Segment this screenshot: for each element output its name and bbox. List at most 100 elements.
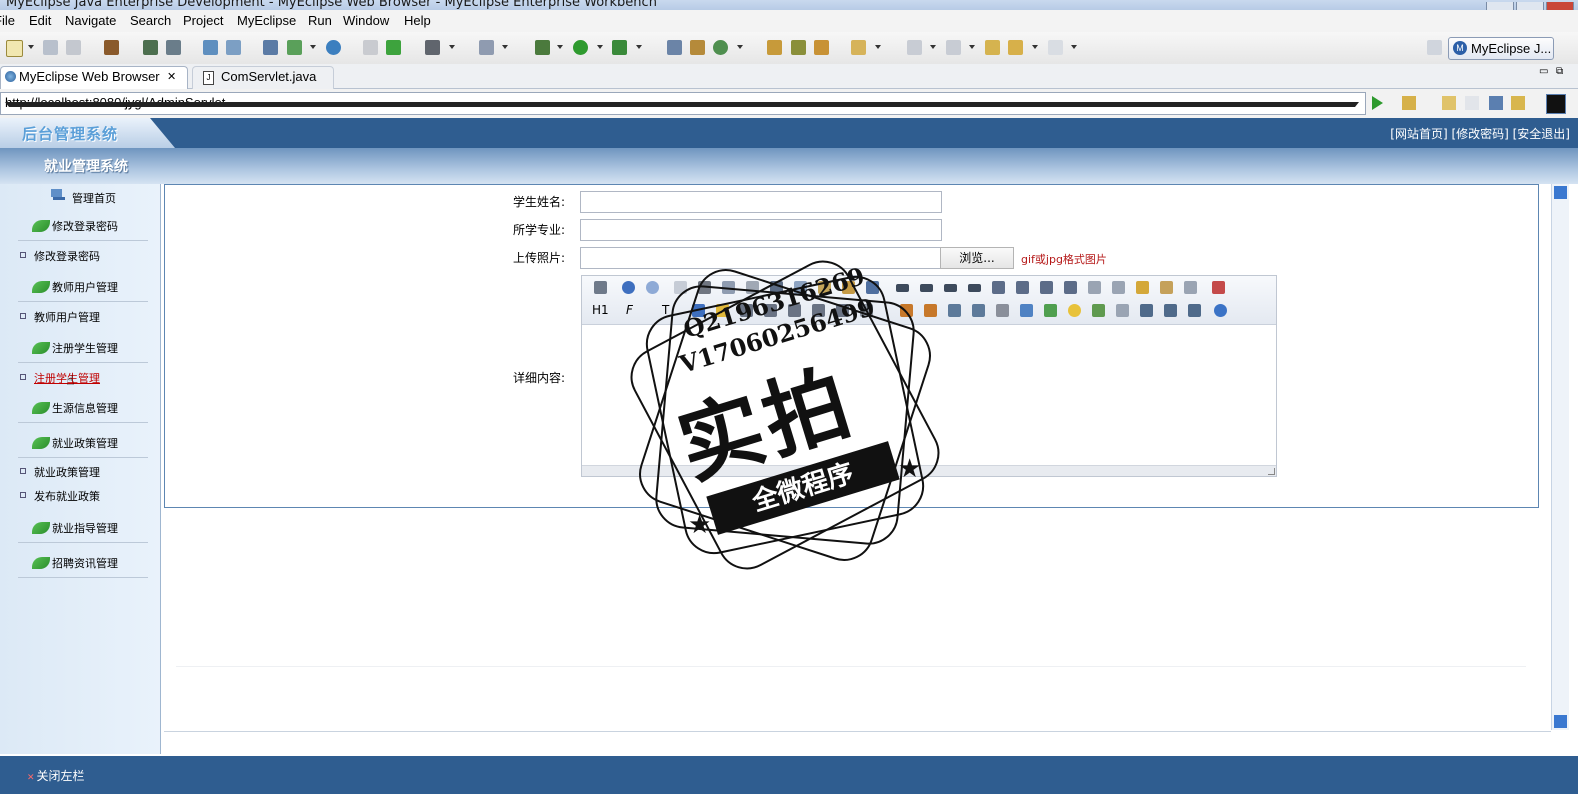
open-perspective-icon[interactable] bbox=[1427, 40, 1442, 55]
bookmark-icon[interactable] bbox=[1402, 96, 1416, 110]
browser-forward-icon[interactable] bbox=[1465, 96, 1479, 110]
menu-help[interactable]: Help bbox=[404, 13, 431, 28]
new-project-icon[interactable] bbox=[263, 40, 278, 55]
image-icon[interactable] bbox=[1092, 304, 1105, 317]
select-icon[interactable] bbox=[1184, 281, 1197, 294]
forward-icon[interactable] bbox=[1048, 40, 1063, 55]
student-name-input[interactable] bbox=[580, 191, 942, 213]
menu-project[interactable]: Project bbox=[183, 13, 223, 28]
menu-myeclipse[interactable]: MyEclipse bbox=[237, 13, 296, 28]
maximize-view-icon[interactable]: ⧉ bbox=[1556, 66, 1563, 77]
next-annotation-icon[interactable] bbox=[907, 40, 922, 55]
browser-back-icon[interactable] bbox=[1442, 96, 1456, 110]
maximize-button[interactable] bbox=[1516, 2, 1544, 10]
browser-console-icon[interactable] bbox=[1546, 94, 1566, 114]
minimize-view-icon[interactable]: ▭ bbox=[1539, 66, 1548, 77]
menu-window[interactable]: Window bbox=[343, 13, 389, 28]
sidebar-section-recruitment[interactable]: 招聘资讯管理 bbox=[32, 555, 118, 571]
perspective-switcher[interactable]: M MyEclipse J... bbox=[1448, 37, 1554, 60]
table-icon[interactable] bbox=[1020, 304, 1033, 317]
prev-annotation-icon[interactable] bbox=[946, 40, 961, 55]
help-icon[interactable] bbox=[1214, 304, 1227, 317]
media-icon[interactable] bbox=[972, 304, 985, 317]
package-icon[interactable] bbox=[104, 40, 119, 55]
bullet-list-icon[interactable] bbox=[1016, 281, 1029, 294]
redeploy-icon[interactable] bbox=[226, 40, 241, 55]
run-icon[interactable] bbox=[573, 40, 588, 55]
header-links[interactable]: [网站首页] [修改密码] [安全退出] bbox=[1390, 125, 1570, 142]
refresh-icon[interactable] bbox=[713, 40, 728, 55]
go-icon[interactable] bbox=[1372, 96, 1383, 110]
sidebar-section-teachers[interactable]: 教师用户管理 bbox=[32, 279, 118, 295]
sidebar-link-teachers[interactable]: 教师用户管理 bbox=[20, 309, 100, 325]
open-file-icon[interactable] bbox=[386, 40, 401, 55]
sidebar-section-students[interactable]: 注册学生管理 bbox=[32, 340, 118, 356]
folder-icon[interactable] bbox=[814, 40, 829, 55]
anchor-icon[interactable] bbox=[1140, 304, 1153, 317]
close-sidebar-link[interactable]: ✕ 关闭左栏 bbox=[27, 767, 85, 784]
indent-icon[interactable] bbox=[1040, 281, 1053, 294]
subscript-icon[interactable] bbox=[1088, 281, 1101, 294]
vertical-scrollbar[interactable] bbox=[1551, 184, 1569, 730]
back-icon[interactable] bbox=[1008, 40, 1023, 55]
scroll-down-icon[interactable] bbox=[1554, 715, 1567, 728]
save-icon[interactable] bbox=[43, 40, 58, 55]
open-type-icon[interactable] bbox=[363, 40, 378, 55]
terminal-icon[interactable] bbox=[425, 40, 440, 55]
sidebar-home[interactable]: 管理首页 bbox=[72, 190, 116, 206]
close-tab-icon[interactable]: ✕ bbox=[167, 67, 176, 87]
deploy-icon[interactable] bbox=[203, 40, 218, 55]
pin-icon[interactable] bbox=[791, 40, 806, 55]
url-input[interactable]: http://localhost:8080/jygl/AdminServlet bbox=[0, 92, 1366, 115]
menu-file[interactable]: File bbox=[0, 13, 15, 28]
new-interface-icon[interactable] bbox=[690, 40, 705, 55]
emoticon-icon[interactable] bbox=[1068, 304, 1081, 317]
insert-hr-icon[interactable] bbox=[1044, 304, 1057, 317]
sidebar-section-password[interactable]: 修改登录密码 bbox=[32, 218, 118, 234]
bug-icon[interactable] bbox=[535, 40, 550, 55]
new-class-icon[interactable] bbox=[667, 40, 682, 55]
sidebar-section-source-info[interactable]: 生源信息管理 bbox=[32, 400, 118, 416]
menu-edit[interactable]: Edit bbox=[29, 13, 51, 28]
close-window-button[interactable] bbox=[1546, 2, 1574, 10]
debug-config-icon[interactable] bbox=[143, 40, 158, 55]
scroll-up-icon[interactable] bbox=[1554, 186, 1567, 199]
print-icon[interactable] bbox=[66, 40, 81, 55]
sidebar-link-policy[interactable]: 就业政策管理 bbox=[20, 464, 100, 480]
sidebar-section-policy[interactable]: 就业政策管理 bbox=[32, 435, 118, 451]
pagebreak-icon[interactable] bbox=[1116, 304, 1129, 317]
last-edit-icon[interactable] bbox=[985, 40, 1000, 55]
sidebar-section-guidance[interactable]: 就业指导管理 bbox=[32, 520, 118, 536]
clear-format-icon[interactable] bbox=[1136, 281, 1149, 294]
open-folder-icon[interactable] bbox=[767, 40, 782, 55]
new-package-icon[interactable] bbox=[287, 40, 302, 55]
fullscreen-icon[interactable] bbox=[1212, 281, 1225, 294]
tab-web-browser[interactable]: MyEclipse Web Browser ✕ bbox=[0, 66, 188, 89]
justify-icon[interactable] bbox=[968, 284, 981, 292]
sidebar-link-students[interactable]: 注册学生管理 bbox=[20, 370, 100, 386]
minimize-button[interactable] bbox=[1486, 2, 1514, 10]
url-dropdown-icon[interactable] bbox=[5, 102, 1359, 107]
task-icon[interactable] bbox=[479, 40, 494, 55]
tab-comservlet[interactable]: J ComServlet.java bbox=[192, 66, 334, 89]
new-icon[interactable] bbox=[6, 40, 23, 57]
browser-refresh-icon[interactable] bbox=[1511, 96, 1525, 110]
browser-stop-icon[interactable] bbox=[1489, 96, 1503, 110]
sidebar-link-publish-policy[interactable]: 发布就业政策 bbox=[20, 488, 100, 504]
outdent-icon[interactable] bbox=[1064, 281, 1077, 294]
resize-grip-icon[interactable] bbox=[1268, 468, 1275, 475]
unlink-icon[interactable] bbox=[1188, 304, 1201, 317]
format-brush-icon[interactable] bbox=[1160, 281, 1173, 294]
link-icon[interactable] bbox=[1164, 304, 1177, 317]
run-external-icon[interactable] bbox=[612, 40, 627, 55]
menu-run[interactable]: Run bbox=[308, 13, 332, 28]
sidebar-link-password[interactable]: 修改登录密码 bbox=[20, 248, 100, 264]
menu-search[interactable]: Search bbox=[130, 13, 171, 28]
server-icon[interactable] bbox=[166, 40, 181, 55]
superscript-icon[interactable] bbox=[1112, 281, 1125, 294]
menu-navigate[interactable]: Navigate bbox=[65, 13, 116, 28]
ordered-list-icon[interactable] bbox=[992, 281, 1005, 294]
attachment-icon[interactable] bbox=[996, 304, 1009, 317]
annotation-icon[interactable] bbox=[851, 40, 866, 55]
globe-icon[interactable] bbox=[326, 40, 341, 55]
